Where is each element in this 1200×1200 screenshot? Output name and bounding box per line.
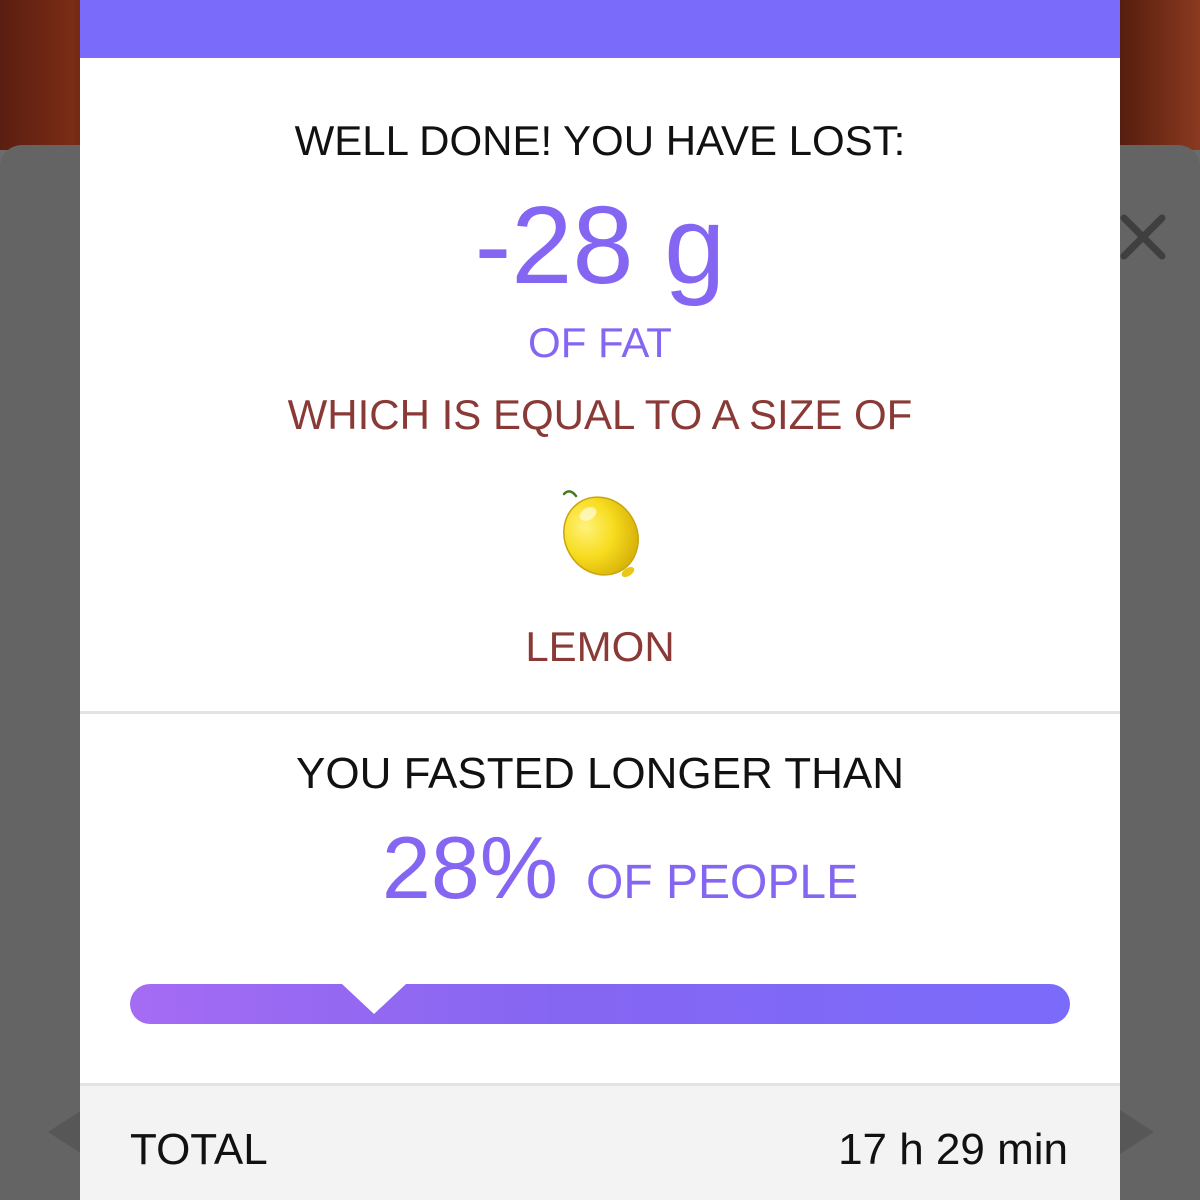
lemon-icon [562, 490, 639, 578]
chevron-right-icon[interactable] [1120, 1110, 1154, 1154]
percentile-progress-bar [130, 984, 1070, 1024]
result-heading: WELL DONE! YOU HAVE LOST: [294, 117, 906, 164]
section-divider [80, 711, 1120, 714]
fasting-result-card: WELL DONE! YOU HAVE LOST: -28 g OF FAT W… [80, 0, 1120, 1200]
percentile-suffix: OF PEOPLE [586, 856, 859, 909]
total-label: TOTAL [130, 1125, 268, 1174]
total-duration-value: 17 h 29 min [838, 1125, 1068, 1174]
total-footer: TOTAL 17 h 29 min [80, 1083, 1120, 1200]
percentile-value: 28% [381, 818, 559, 917]
percentile-marker [342, 984, 407, 1014]
comparison-heading: YOU FASTED LONGER THAN [296, 749, 904, 798]
fruit-name-label: LEMON [525, 623, 675, 670]
size-comparison-text: WHICH IS EQUAL TO A SIZE OF [287, 391, 913, 438]
percentile-row: 28% OF PEOPLE [80, 818, 1120, 933]
card-header-bar [80, 0, 1120, 58]
fat-loss-unit: OF FAT [528, 319, 672, 366]
close-icon[interactable] [1118, 212, 1168, 262]
chevron-left-icon[interactable] [48, 1110, 82, 1154]
fat-loss-value: -28 g [474, 184, 726, 307]
